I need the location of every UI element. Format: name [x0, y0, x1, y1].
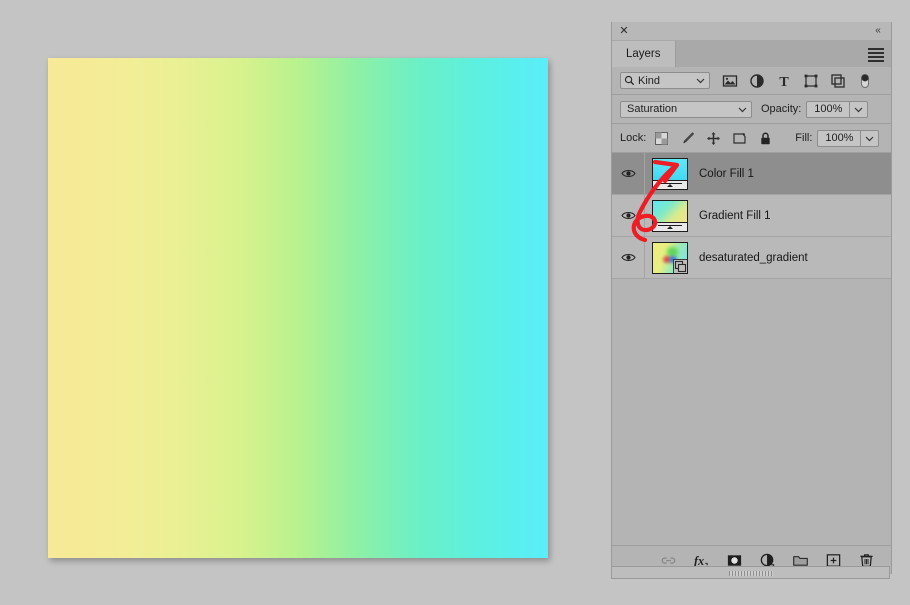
- lock-artboard-nesting-icon[interactable]: [732, 131, 747, 146]
- layer-name-label: Color Fill 1: [699, 167, 754, 180]
- document-canvas-window[interactable]: [48, 58, 548, 558]
- filter-shape-layers-icon[interactable]: [803, 73, 819, 89]
- tab-layers[interactable]: Layers: [612, 41, 676, 67]
- hamburger-menu-icon[interactable]: [868, 48, 884, 62]
- blend-mode-select[interactable]: Saturation: [620, 100, 752, 118]
- lock-row: Lock: Fill: 100%: [612, 124, 891, 153]
- lock-image-pixels-icon[interactable]: [680, 131, 695, 146]
- gradient-canvas-image[interactable]: [48, 58, 548, 558]
- layer-visibility-toggle[interactable]: [612, 237, 645, 278]
- layer-thumbnail-cell[interactable]: [645, 199, 695, 232]
- eye-icon: [620, 170, 636, 177]
- filter-type-layers-icon[interactable]: T: [776, 73, 792, 89]
- layer-filter-row: Kind T: [612, 67, 891, 95]
- panel-titlebar: ✕ «: [612, 22, 891, 41]
- filter-pixel-layers-icon[interactable]: [722, 73, 738, 89]
- svg-text:T: T: [779, 75, 789, 89]
- layer-name-label: Gradient Fill 1: [699, 209, 771, 222]
- lock-label: Lock:: [620, 132, 647, 144]
- chevron-down-icon: [696, 78, 705, 84]
- tab-layers-label: Layers: [626, 48, 661, 60]
- chevron-down-icon: [865, 136, 874, 141]
- layer-thumbnail-color-fill[interactable]: [652, 157, 688, 190]
- filter-toggle-switch-icon[interactable]: [857, 73, 873, 89]
- layer-row-color-fill-1[interactable]: Color Fill 1: [612, 153, 891, 195]
- fill-label: Fill:: [795, 132, 813, 144]
- blend-mode-row: Saturation Opacity: 100%: [612, 95, 891, 124]
- panel-tab-strip: Layers: [612, 41, 891, 67]
- smart-object-badge-icon: [673, 258, 687, 273]
- layer-row-desaturated-gradient[interactable]: desaturated_gradient: [612, 237, 891, 279]
- eye-icon: [620, 212, 636, 219]
- filter-kind-value: Kind: [638, 74, 661, 87]
- filter-kind-select[interactable]: Kind: [620, 72, 710, 89]
- opacity-stepper[interactable]: [849, 101, 867, 117]
- layer-row-gradient-fill-1[interactable]: Gradient Fill 1: [612, 195, 891, 237]
- layer-thumbnail-cell[interactable]: [645, 241, 695, 274]
- layer-name-label: desaturated_gradient: [699, 251, 808, 264]
- eye-icon: [620, 254, 636, 261]
- lock-position-icon[interactable]: [706, 131, 721, 146]
- opacity-field[interactable]: 100%: [806, 100, 869, 118]
- panel-resize-grip[interactable]: [611, 566, 890, 579]
- chevron-down-icon: [738, 107, 747, 112]
- lock-all-icon[interactable]: [758, 131, 773, 146]
- layer-mask-thumbnail[interactable]: [653, 179, 687, 189]
- close-icon[interactable]: ✕: [618, 25, 630, 37]
- opacity-value: 100%: [814, 103, 843, 115]
- layer-thumbnail-image[interactable]: [652, 241, 688, 274]
- layer-visibility-toggle[interactable]: [612, 153, 645, 194]
- fill-field[interactable]: 100%: [817, 129, 880, 147]
- collapse-panel-icon[interactable]: «: [871, 24, 885, 37]
- layers-panel: ✕ « Layers Kind T Saturation Opacity: 10…: [611, 22, 892, 574]
- grip-hatch-icon: [728, 571, 773, 576]
- filter-smart-object-layers-icon[interactable]: [830, 73, 846, 89]
- layer-thumbnail-cell[interactable]: [645, 157, 695, 190]
- lock-icons-group: [654, 131, 773, 146]
- layer-mask-thumbnail[interactable]: [653, 221, 687, 231]
- lock-transparent-pixels-icon[interactable]: [654, 131, 669, 146]
- layer-visibility-toggle[interactable]: [612, 195, 645, 236]
- chevron-down-icon: [854, 107, 863, 112]
- search-icon: [624, 75, 635, 86]
- fill-value: 100%: [825, 132, 854, 144]
- opacity-label: Opacity:: [761, 103, 802, 115]
- filter-type-icons: T: [722, 73, 873, 89]
- layer-thumbnail-gradient-fill[interactable]: [652, 199, 688, 232]
- filter-adjustment-layers-icon[interactable]: [749, 73, 765, 89]
- fill-stepper[interactable]: [860, 130, 878, 146]
- layer-list[interactable]: Color Fill 1 Gradient Fill 1 desaturated…: [612, 153, 891, 545]
- blend-mode-value: Saturation: [627, 103, 678, 115]
